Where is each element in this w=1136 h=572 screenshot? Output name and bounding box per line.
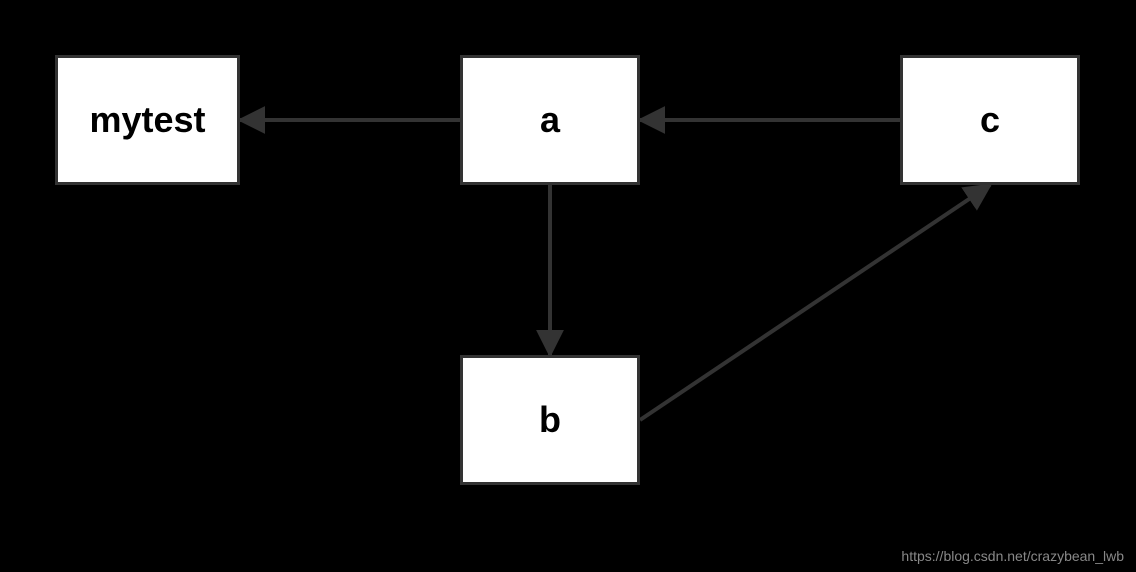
node-c: c: [900, 55, 1080, 185]
node-label-a: a: [540, 99, 560, 141]
node-label-b: b: [539, 399, 561, 441]
node-mytest: mytest: [55, 55, 240, 185]
node-label-mytest: mytest: [89, 99, 205, 141]
node-a: a: [460, 55, 640, 185]
edge-b-to-c: [640, 185, 990, 420]
node-b: b: [460, 355, 640, 485]
watermark-text: https://blog.csdn.net/crazybean_lwb: [901, 548, 1124, 564]
node-label-c: c: [980, 99, 1000, 141]
